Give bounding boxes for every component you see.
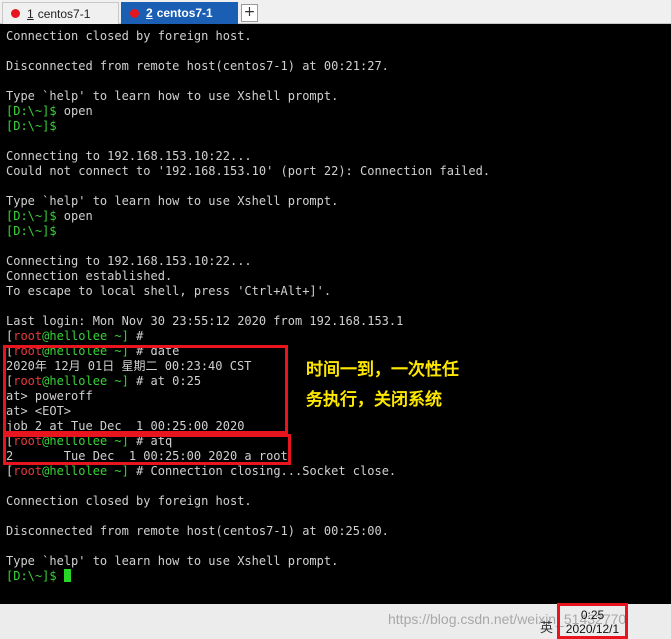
terminal-text: Connection closed by foreign host. — [6, 494, 252, 508]
terminal-line: Connection closed by foreign host. — [6, 494, 666, 509]
terminal-line: Could not connect to '192.168.153.10' (p… — [6, 164, 666, 179]
annotation-line: 时间一到，一次性任 — [306, 360, 459, 380]
terminal-text: Type `help' to learn how to use Xshell p… — [6, 554, 339, 568]
terminal-text: [D:\~]$ — [6, 224, 57, 238]
tab-session-2[interactable]: 2 centos7-1 — [121, 2, 238, 24]
terminal-text: Connecting to 192.168.153.10:22... — [6, 254, 252, 268]
highlight-box-atq — [3, 434, 291, 465]
terminal-line: Disconnected from remote host(centos7-1)… — [6, 524, 666, 539]
terminal-line: [root@hellolee ~] # Connection closing..… — [6, 464, 666, 479]
terminal-text: [D:\~]$ — [6, 569, 64, 583]
terminal-line: [D:\~]$ — [6, 224, 666, 239]
terminal-line: Connection closed by foreign host. — [6, 29, 666, 44]
terminal-text: Type `help' to learn how to use Xshell p… — [6, 89, 339, 103]
terminal-text: Type `help' to learn how to use Xshell p… — [6, 194, 339, 208]
terminal-line: Last login: Mon Nov 30 23:55:12 2020 fro… — [6, 314, 666, 329]
annotation-text: 时间一到，一次性任 务执行，关闭系统 — [306, 355, 496, 415]
terminal-text: Could not connect to '192.168.153.10' (p… — [6, 164, 491, 178]
tab-session-1[interactable]: 1 centos7-1 — [2, 2, 119, 24]
ime-indicator[interactable]: 英 — [540, 617, 553, 636]
terminal-line: Disconnected from remote host(centos7-1)… — [6, 59, 666, 74]
terminal-text: Last login: Mon Nov 30 23:55:12 2020 fro… — [6, 314, 404, 328]
terminal-text: Disconnected from remote host(centos7-1)… — [6, 59, 389, 73]
terminal-line: Connecting to 192.168.153.10:22... — [6, 149, 666, 164]
terminal-line: [D:\~]$ open — [6, 104, 666, 119]
terminal-line: Type `help' to learn how to use Xshell p… — [6, 89, 666, 104]
terminal-text: Connection closed by foreign host. — [6, 29, 252, 43]
terminal-text: Connecting to 192.168.153.10:22... — [6, 149, 252, 163]
terminal-line: [D:\~]$ — [6, 569, 666, 584]
terminal-text: [D:\~]$ — [6, 209, 64, 223]
terminal-text: Disconnected from remote host(centos7-1)… — [6, 524, 389, 538]
terminal-text: @hellolee ~] — [42, 464, 137, 478]
terminal-line: [D:\~]$ open — [6, 209, 666, 224]
terminal-text: [D:\~]$ — [6, 119, 57, 133]
terminal-line: Connecting to 192.168.153.10:22... — [6, 254, 666, 269]
terminal-text: open — [63, 104, 93, 118]
terminal-text: [D:\~]$ — [6, 104, 64, 118]
tab-number: 2 — [146, 6, 153, 20]
terminal-line: Connection established. — [6, 269, 666, 284]
terminal-line: [D:\~]$ — [6, 119, 666, 134]
terminal-text: root — [13, 329, 43, 343]
terminal-text: Connection established. — [6, 269, 173, 283]
terminal-output[interactable]: Connection closed by foreign host. Discon… — [6, 29, 666, 584]
terminal-line: To escape to local shell, press 'Ctrl+Al… — [6, 284, 666, 299]
clock-time: 0:25 — [580, 608, 605, 622]
new-tab-button[interactable]: + — [241, 4, 258, 22]
tab-label: centos7-1 — [156, 6, 213, 20]
terminal-line: Type `help' to learn how to use Xshell p… — [6, 554, 666, 569]
terminal-text: root — [13, 464, 43, 478]
tab-bar: 1 centos7-1 2 centos7-1 + — [0, 0, 671, 24]
taskbar-clock[interactable]: 0:25 2020/12/1 — [557, 603, 628, 639]
terminal-text: To escape to local shell, press 'Ctrl+Al… — [6, 284, 332, 298]
highlight-box-at-command — [3, 345, 288, 434]
terminal-text: # — [136, 329, 144, 343]
terminal-text: # Connection closing...Socket close. — [136, 464, 397, 478]
session-status-icon — [11, 9, 20, 18]
terminal-cursor — [63, 569, 71, 582]
tab-label: centos7-1 — [37, 6, 91, 21]
tab-number: 1 — [27, 6, 34, 21]
terminal-line: [root@hellolee ~] # — [6, 329, 666, 344]
terminal-text: open — [63, 209, 93, 223]
session-status-icon — [130, 8, 139, 18]
terminal-line: Type `help' to learn how to use Xshell p… — [6, 194, 666, 209]
annotation-line: 务执行，关闭系统 — [306, 390, 442, 410]
terminal-text: @hellolee ~] — [42, 329, 137, 343]
clock-date: 2020/12/1 — [565, 622, 620, 636]
